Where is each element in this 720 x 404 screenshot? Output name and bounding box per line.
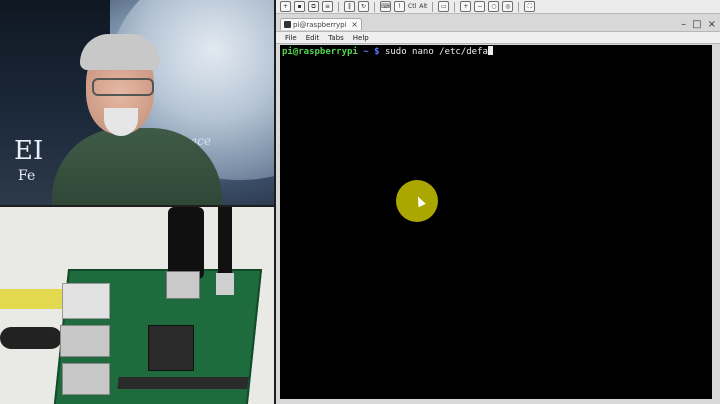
presenter-webcam: EI Fe ace bbox=[0, 0, 274, 205]
refresh-icon[interactable]: ↻ bbox=[358, 1, 369, 12]
banner-text-large: EI bbox=[14, 136, 44, 166]
audio-cable bbox=[218, 207, 232, 281]
close-tab-icon[interactable]: × bbox=[351, 19, 358, 31]
zoom-fit-icon[interactable]: ◎ bbox=[502, 1, 514, 12]
terminal-tab-title: pi@raspberrypi bbox=[293, 21, 347, 29]
prompt-user: pi@raspberrypi bbox=[282, 47, 358, 57]
menu-edit[interactable]: Edit bbox=[306, 34, 320, 42]
menu-tabs[interactable]: Tabs bbox=[328, 34, 344, 42]
vnc-toolbar: + ▪ ⧉ ≡ ‖ ↻ ⌨ ! Ctl Alt ▭ + − ○ ◎ ⛶ bbox=[276, 0, 720, 14]
banner-text-small: Fe bbox=[18, 168, 36, 184]
save-icon[interactable]: ▪ bbox=[294, 1, 305, 12]
board-camera bbox=[0, 207, 274, 404]
terminal-tab[interactable]: pi@raspberrypi × bbox=[280, 18, 362, 30]
zoom-in-icon[interactable]: + bbox=[460, 1, 472, 12]
ethernet-port bbox=[62, 283, 110, 319]
zoom-out-icon[interactable]: − bbox=[474, 1, 486, 12]
typed-command: sudo nano /etc/defa bbox=[379, 47, 488, 57]
clipboard-icon[interactable]: ▭ bbox=[438, 1, 450, 12]
toolbar-separator bbox=[338, 1, 339, 12]
remote-desktop: + ▪ ⧉ ≡ ‖ ↻ ⌨ ! Ctl Alt ▭ + − ○ ◎ ⛶ pi@r… bbox=[276, 0, 720, 404]
toolbar-separator bbox=[374, 1, 375, 12]
presenter-hair bbox=[80, 34, 160, 70]
new-connection-icon[interactable]: + bbox=[280, 1, 291, 12]
menu-help[interactable]: Help bbox=[353, 34, 369, 42]
window-controls: – □ × bbox=[681, 19, 716, 30]
usb-port-1 bbox=[60, 325, 110, 357]
gpio-header bbox=[117, 377, 249, 389]
fullscreen-icon[interactable]: ⛶ bbox=[524, 1, 536, 12]
text-cursor bbox=[487, 46, 493, 55]
copy-icon[interactable]: ⧉ bbox=[308, 1, 319, 12]
presenter-glasses bbox=[92, 78, 154, 96]
terminal-menubar: File Edit Tabs Help bbox=[276, 31, 720, 44]
alt-key-button[interactable]: Alt bbox=[419, 3, 427, 10]
ctrl-alt-del-icon[interactable]: ! bbox=[394, 1, 405, 12]
usb-port-2 bbox=[62, 363, 110, 395]
ctrl-key-button[interactable]: Ctl bbox=[408, 3, 416, 10]
zoom-100-icon[interactable]: ○ bbox=[488, 1, 500, 12]
terminal-icon bbox=[284, 21, 291, 28]
maximize-icon[interactable]: □ bbox=[692, 19, 701, 30]
pause-icon[interactable]: ‖ bbox=[344, 1, 355, 12]
keyboard-icon[interactable]: ⌨ bbox=[380, 1, 391, 12]
menu-file[interactable]: File bbox=[285, 34, 297, 42]
terminal-area[interactable]: pi@raspberrypi ~ $ sudo nano /etc/defa bbox=[280, 45, 712, 399]
soc-chip bbox=[148, 325, 194, 371]
ethernet-cable bbox=[0, 289, 64, 309]
usb-cable bbox=[0, 327, 62, 349]
hdmi-plug bbox=[166, 271, 200, 299]
prompt-dir: ~ $ bbox=[357, 47, 380, 57]
command-line: pi@raspberrypi ~ $ sudo nano /etc/defa bbox=[282, 46, 493, 58]
toolbar-separator bbox=[454, 1, 456, 12]
toolbar-separator bbox=[518, 1, 520, 12]
minimize-icon[interactable]: – bbox=[681, 19, 686, 30]
options-icon[interactable]: ≡ bbox=[322, 1, 333, 12]
close-window-icon[interactable]: × bbox=[708, 19, 716, 30]
audio-plug bbox=[216, 273, 234, 295]
hdmi-cable bbox=[168, 207, 204, 279]
toolbar-separator bbox=[432, 1, 434, 12]
